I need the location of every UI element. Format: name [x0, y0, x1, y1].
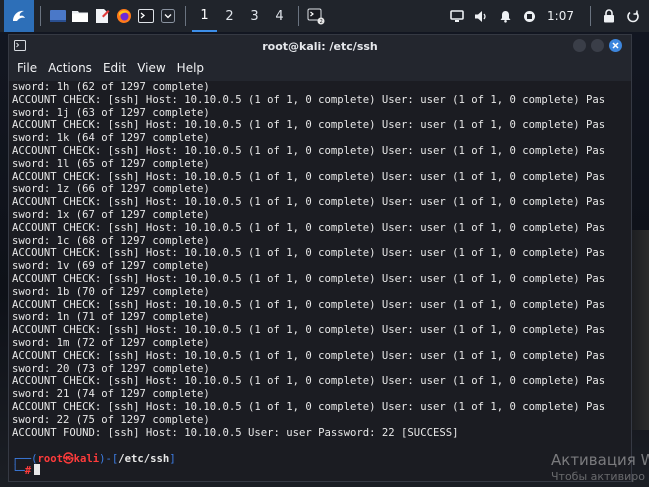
- minimize-button[interactable]: [573, 39, 586, 52]
- output-line: sword: 1b (70 of 1297 complete): [12, 285, 210, 298]
- panel-separator: [590, 6, 591, 26]
- power-manager-button[interactable]: [517, 0, 541, 32]
- close-icon: [612, 42, 619, 49]
- window-title: root@kali: /etc/ssh: [262, 39, 378, 53]
- bell-icon: [500, 10, 511, 23]
- lock-icon: [604, 9, 614, 23]
- svg-text:2: 2: [320, 19, 323, 25]
- text-editor-icon: [96, 9, 110, 23]
- clock[interactable]: 1:07: [541, 9, 584, 23]
- output-line: sword: 1h (62 of 1297 complete): [12, 81, 210, 93]
- output-line: sword: 1z (66 of 1297 complete): [12, 183, 210, 196]
- output-line: sword: 20 (73 of 1297 complete): [12, 362, 210, 375]
- notifications-button[interactable]: [493, 0, 517, 32]
- close-button[interactable]: [609, 39, 622, 52]
- output-line: sword: 1l (65 of 1297 complete): [12, 157, 210, 170]
- window-titlebar[interactable]: root@kali: /etc/ssh: [9, 35, 631, 57]
- top-panel: 1 2 3 4 2 1:07: [0, 0, 649, 32]
- system-tray: 1:07: [445, 0, 649, 32]
- display-button[interactable]: [445, 0, 469, 32]
- firefox-button[interactable]: [113, 0, 135, 32]
- output-line: ACCOUNT CHECK: [ssh] Host: 10.10.0.5 (1 …: [12, 298, 606, 311]
- terminal-icon: [138, 9, 154, 23]
- output-line: ACCOUNT CHECK: [ssh] Host: 10.10.0.5 (1 …: [12, 196, 606, 209]
- terminal-launcher-button[interactable]: [135, 0, 157, 32]
- workspace-1[interactable]: 1: [192, 0, 217, 32]
- workspace-4[interactable]: 4: [267, 0, 292, 32]
- output-line: sword: 1n (71 of 1297 complete): [12, 311, 210, 324]
- prompt-host: kali: [73, 453, 100, 465]
- launcher-dropdown-button[interactable]: [157, 0, 179, 32]
- output-line: ACCOUNT CHECK: [ssh] Host: 10.10.0.5 (1 …: [12, 247, 606, 260]
- prompt-line-2[interactable]: └─#: [12, 464, 41, 477]
- output-line: sword: 21 (74 of 1297 complete): [12, 388, 210, 401]
- output-line: ACCOUNT CHECK: [ssh] Host: 10.10.0.5 (1 …: [12, 272, 606, 285]
- output-line: ACCOUNT CHECK: [ssh] Host: 10.10.0.5 (1 …: [12, 324, 606, 337]
- menu-edit[interactable]: Edit: [103, 61, 126, 75]
- output-line: sword: 1m (72 of 1297 complete): [12, 336, 210, 349]
- output-line: sword: 1v (69 of 1297 complete): [12, 260, 210, 273]
- output-line: sword: 1k (64 of 1297 complete): [12, 132, 210, 145]
- menu-actions[interactable]: Actions: [48, 61, 92, 75]
- activation-watermark-title: Активация W: [551, 451, 649, 469]
- panel-separator: [185, 6, 186, 26]
- desktop-icon: [50, 10, 66, 22]
- volume-icon: [475, 10, 486, 22]
- panel-separator: [298, 6, 299, 26]
- workspace-2[interactable]: 2: [217, 0, 242, 32]
- prompt-close: )-[: [99, 453, 119, 465]
- prompt-end: ]: [169, 453, 176, 465]
- lock-screen-button[interactable]: [597, 0, 621, 32]
- output-line: sword: 1j (63 of 1297 complete): [12, 106, 210, 119]
- text-editor-button[interactable]: [91, 0, 113, 32]
- output-line: ACCOUNT CHECK: [ssh] Host: 10.10.0.5 (1 …: [12, 400, 606, 413]
- output-line: ACCOUNT CHECK: [ssh] Host: 10.10.0.5 (1 …: [12, 119, 606, 132]
- prompt-corner: └─: [12, 465, 25, 477]
- prompt-symbol: #: [24, 465, 32, 477]
- kali-menu-button[interactable]: [4, 0, 34, 32]
- terminal-small-icon: [14, 40, 26, 51]
- monitor-icon: [450, 9, 464, 22]
- power-status-icon: [523, 10, 535, 22]
- taskbar-terminal-window[interactable]: 2: [305, 0, 327, 32]
- output-line: ACCOUNT CHECK: [ssh] Host: 10.10.0.5 (1 …: [12, 93, 606, 106]
- output-line: ACCOUNT CHECK: [ssh] Host: 10.10.0.5 (1 …: [12, 349, 606, 362]
- show-desktop-button[interactable]: [47, 0, 69, 32]
- desktop-wallpaper-edge: [629, 230, 649, 430]
- prompt-user: root: [37, 453, 64, 465]
- output-line: sword: 1x (67 of 1297 complete): [12, 208, 210, 221]
- terminal-window[interactable]: root@kali: /etc/ssh File Actions Edit Vi…: [8, 34, 632, 482]
- output-line: ACCOUNT CHECK: [ssh] Host: 10.10.0.5 (1 …: [12, 221, 606, 234]
- logout-button[interactable]: [621, 0, 645, 32]
- volume-button[interactable]: [469, 0, 493, 32]
- maximize-button[interactable]: [591, 39, 604, 52]
- chevron-down-icon: [161, 9, 175, 23]
- output-line: ACCOUNT FOUND: [ssh] Host: 10.10.0.5 Use…: [12, 426, 459, 439]
- kali-dragon-icon: [13, 10, 25, 21]
- workspace-3[interactable]: 3: [242, 0, 267, 32]
- menu-help[interactable]: Help: [177, 61, 204, 75]
- output-lines: sword: 1h (62 of 1297 complete) ACCOUNT C…: [12, 81, 605, 439]
- firefox-icon: [117, 9, 131, 23]
- prompt-path: /etc/ssh: [118, 453, 170, 465]
- activation-watermark-subtitle: Чтобы активиро: [551, 470, 645, 483]
- menu-view[interactable]: View: [137, 61, 165, 75]
- desktop: 1 2 3 4 2 1:07 root@kali: /etc/ssh File …: [0, 0, 649, 487]
- prompt-at: ㉿: [63, 453, 74, 465]
- file-manager-button[interactable]: [69, 0, 91, 32]
- text-cursor: [34, 464, 41, 475]
- output-line: sword: 1c (68 of 1297 complete): [12, 234, 210, 247]
- menu-file[interactable]: File: [17, 61, 37, 75]
- output-line: ACCOUNT CHECK: [ssh] Host: 10.10.0.5 (1 …: [12, 144, 606, 157]
- panel-separator: [40, 6, 41, 26]
- output-line: ACCOUNT CHECK: [ssh] Host: 10.10.0.5 (1 …: [12, 375, 606, 388]
- logout-icon: [627, 10, 639, 23]
- output-line: ACCOUNT CHECK: [ssh] Host: 10.10.0.5 (1 …: [12, 170, 606, 183]
- output-line: sword: 22 (75 of 1297 complete): [12, 413, 210, 426]
- terminal-window-icon: 2: [307, 8, 325, 25]
- terminal-output[interactable]: sword: 1h (62 of 1297 complete) ACCOUNT C…: [9, 81, 631, 481]
- folder-icon: [72, 11, 88, 22]
- menu-bar: File Actions Edit View Help: [9, 57, 631, 79]
